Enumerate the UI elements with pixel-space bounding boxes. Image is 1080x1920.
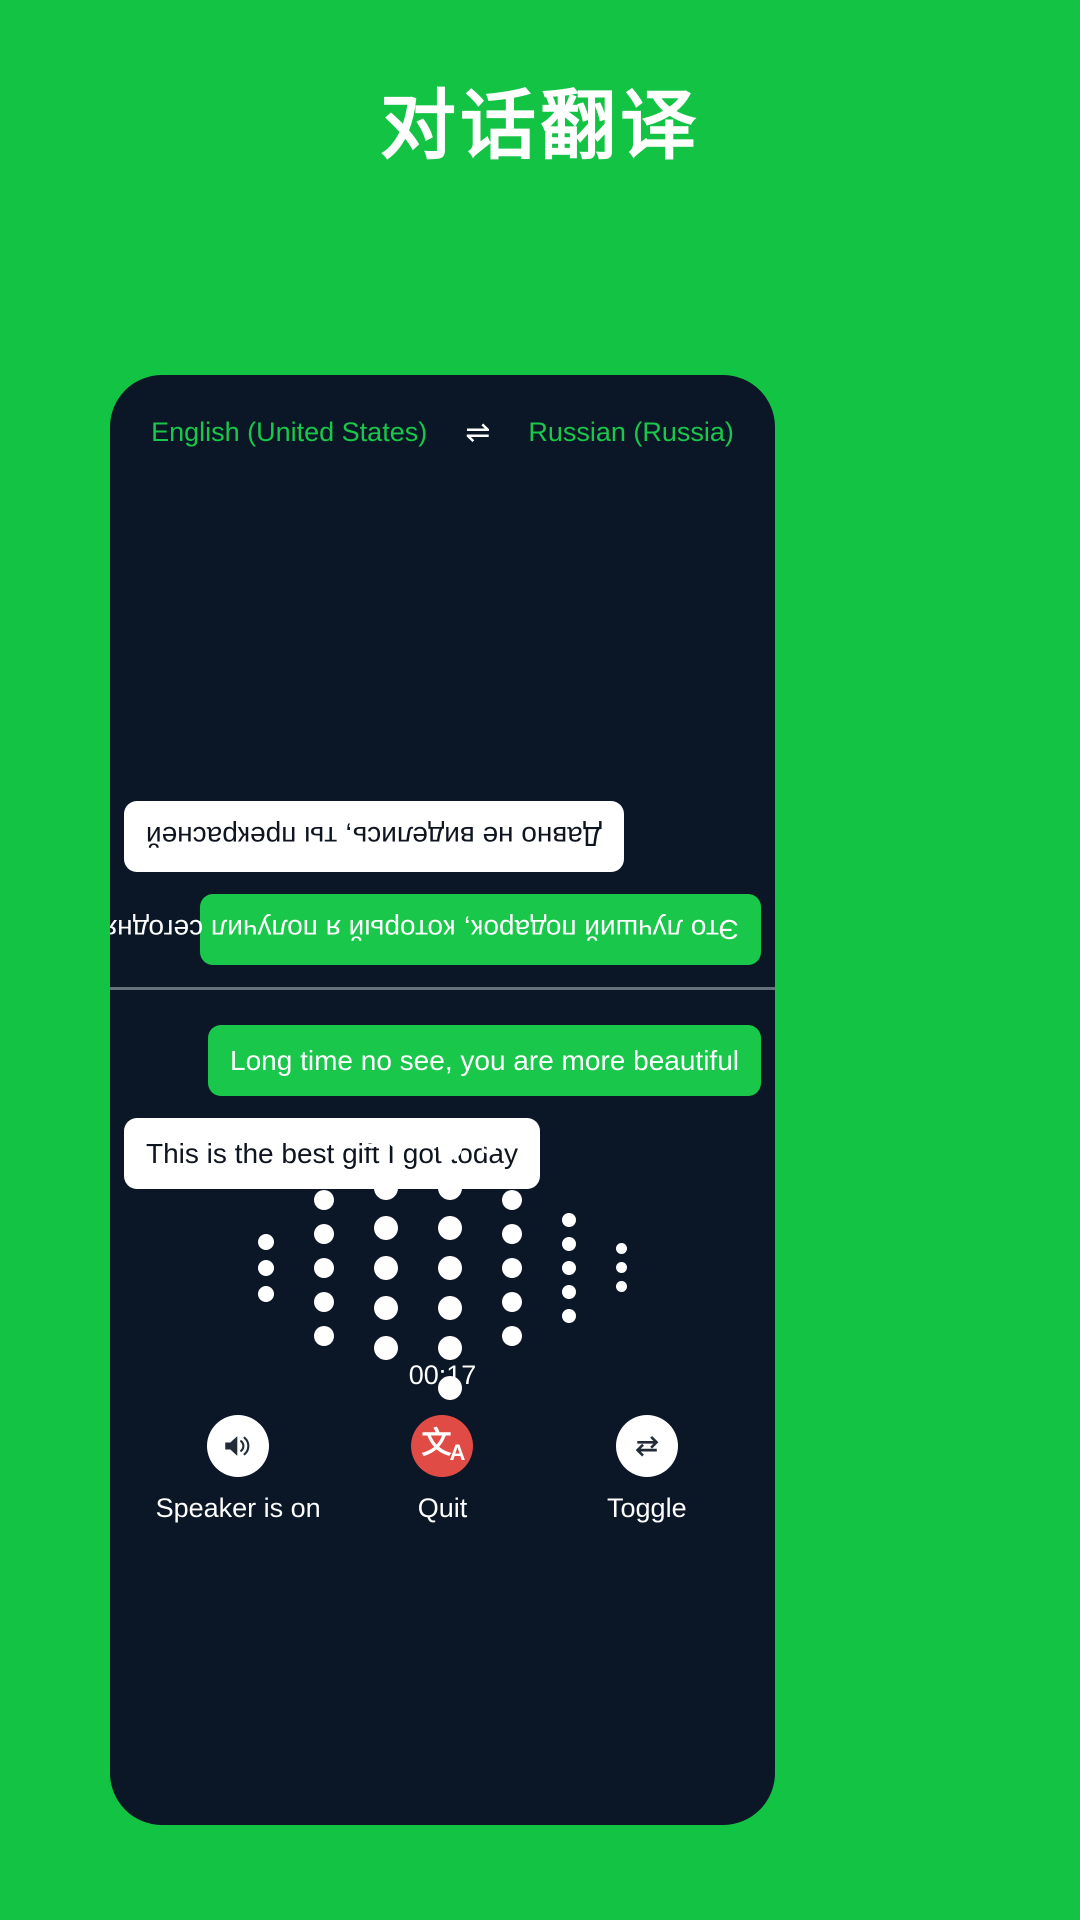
app-root: 对话翻译 English (United States) ⇌ Russian (… xyxy=(0,0,1080,1920)
toggle-button-label: Toggle xyxy=(607,1493,687,1523)
waveform-dot xyxy=(374,1215,398,1240)
control-bar: Speaker is on 文A Quit Toggle xyxy=(110,1415,775,1524)
waveform-dot xyxy=(438,1335,462,1360)
conversation-panel-rotated: Это лучший подарок, который я получил се… xyxy=(110,375,775,987)
waveform-dot xyxy=(616,1243,627,1254)
waveform-column xyxy=(502,1183,522,1353)
message-bubble-translated[interactable]: Это лучший подарок, который я получил се… xyxy=(110,894,761,965)
toggle-button[interactable]: Toggle xyxy=(557,1415,737,1524)
message-row: Long time no see, you are more beautiful xyxy=(124,1025,761,1096)
waveform-dot xyxy=(438,1295,462,1320)
toggle-button-circle[interactable] xyxy=(615,1415,678,1477)
waveform-dot xyxy=(438,1215,462,1240)
waveform-column xyxy=(314,1183,334,1353)
message-bubble-translated[interactable]: Давно не виделись, ты прекрасней xyxy=(124,801,624,872)
recording-timer: 00:17 xyxy=(408,1360,477,1390)
translate-icon: 文A xyxy=(421,1426,466,1465)
waveform-dot xyxy=(258,1259,274,1276)
waveform-dot xyxy=(562,1236,576,1251)
message-row: Это лучший подарок, который я получил се… xyxy=(110,894,761,965)
phone-device-frame: English (United States) ⇌ Russian (Russi… xyxy=(110,375,775,1825)
waveform-dot xyxy=(258,1233,274,1250)
waveform-dot xyxy=(616,1281,627,1292)
waveform-dot xyxy=(502,1189,522,1210)
waveform-dot xyxy=(502,1223,522,1244)
message-row: Давно не виделись, ты прекрасней xyxy=(124,801,761,872)
waveform-dot xyxy=(562,1260,576,1275)
waveform-dot xyxy=(438,1175,462,1200)
quit-button[interactable]: 文A Quit xyxy=(352,1415,532,1524)
speaker-on-icon xyxy=(225,1436,250,1456)
audio-waveform-visualizer xyxy=(110,1135,775,1400)
waveform-dot xyxy=(438,1135,462,1160)
waveform-dot xyxy=(374,1175,398,1200)
waveform-dot xyxy=(374,1255,398,1280)
waveform-column xyxy=(562,1208,576,1328)
waveform-dot xyxy=(438,1255,462,1280)
waveform-dot xyxy=(502,1257,522,1278)
quit-button-label: Quit xyxy=(417,1493,468,1523)
waveform-dot xyxy=(502,1325,522,1346)
waveform-dot xyxy=(314,1189,334,1210)
speaker-button[interactable]: Speaker is on xyxy=(148,1415,328,1524)
waveform-dot xyxy=(314,1257,334,1278)
waveform-dot xyxy=(374,1295,398,1320)
quit-button-circle[interactable]: 文A xyxy=(411,1415,474,1477)
message-list-top: Это лучший подарок, который я получил се… xyxy=(110,801,775,965)
waveform-dot xyxy=(258,1285,274,1302)
waveform-dot xyxy=(562,1212,576,1227)
waveform-dot xyxy=(562,1284,576,1299)
waveform-dot xyxy=(314,1291,334,1312)
speaker-button-circle[interactable] xyxy=(207,1415,270,1477)
waveform-dot xyxy=(374,1335,398,1360)
message-bubble-source[interactable]: Long time no see, you are more beautiful xyxy=(208,1025,761,1096)
waveform-column xyxy=(258,1229,274,1307)
waveform-dot xyxy=(616,1262,627,1273)
speaker-button-label: Speaker is on xyxy=(155,1493,321,1523)
waveform-column xyxy=(374,1168,398,1368)
waveform-dot xyxy=(502,1291,522,1312)
repeat-arrows-icon xyxy=(635,1435,659,1457)
waveform-dot xyxy=(562,1308,576,1323)
waveform-column xyxy=(616,1239,627,1296)
waveform-dot xyxy=(314,1223,334,1244)
page-title: 对话翻译 xyxy=(380,84,700,169)
conversation-panel: Long time no see, you are more beautiful… xyxy=(110,990,775,1825)
waveform-dot xyxy=(314,1325,334,1346)
